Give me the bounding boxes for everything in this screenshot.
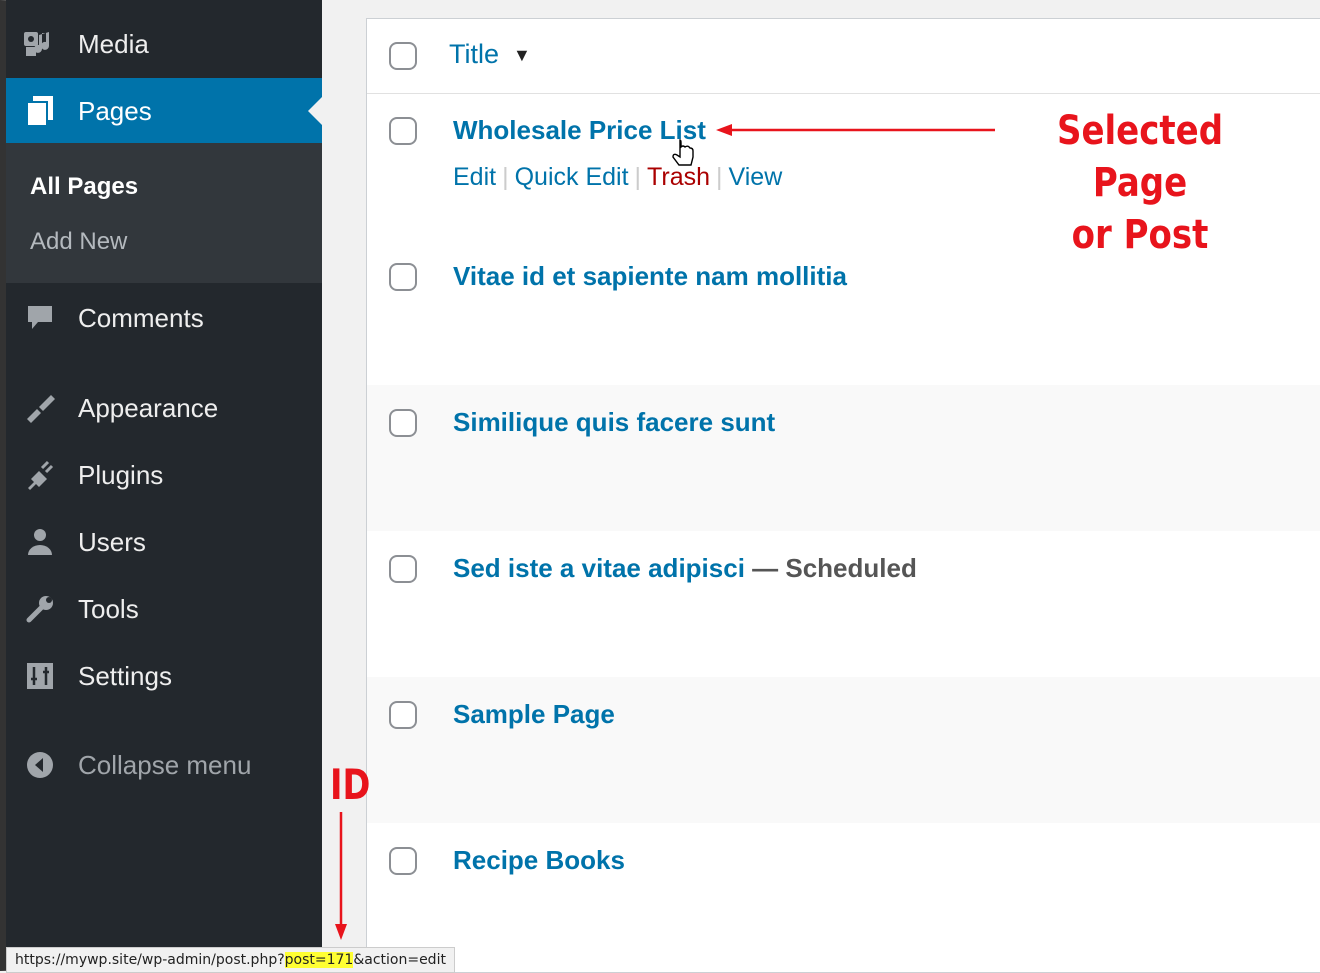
- id-arrow: [335, 812, 347, 940]
- selected-page-annotation: Selected Page or Post: [1056, 108, 1224, 258]
- hand-cursor-icon: [672, 139, 694, 166]
- browser-status-url: https://mywp.site/wp-admin/post.php?post…: [6, 947, 455, 973]
- post-id-highlight: post=171: [284, 952, 354, 968]
- selected-arrow: [716, 124, 995, 136]
- id-annotation: ID: [330, 760, 371, 809]
